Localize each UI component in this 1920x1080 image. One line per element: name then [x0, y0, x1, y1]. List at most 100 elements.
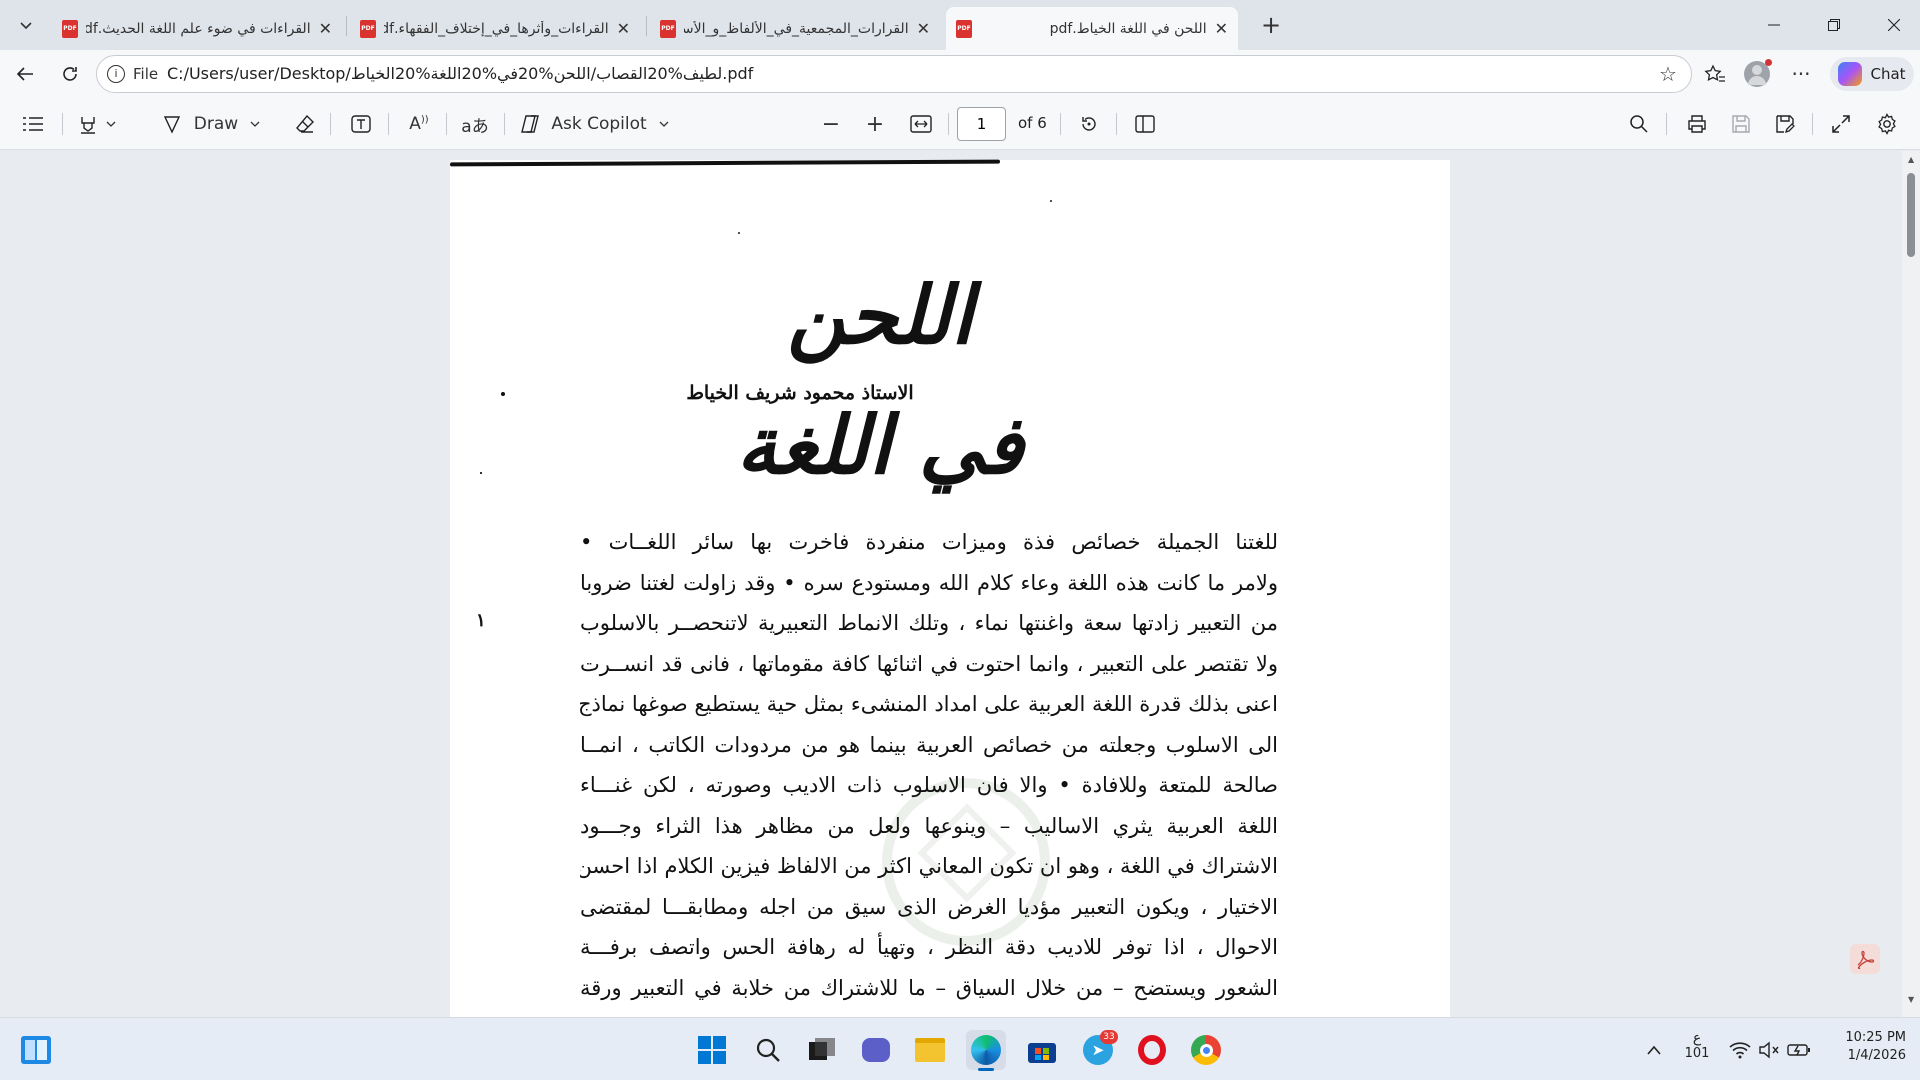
list-icon — [23, 117, 43, 131]
show-hidden-icons-button[interactable] — [1634, 1030, 1674, 1070]
tab-actions-menu[interactable] — [10, 12, 42, 38]
pdf-settings-button[interactable] — [1872, 110, 1902, 138]
copilot-chat-button[interactable]: Chat — [1830, 57, 1914, 91]
close-window-button[interactable] — [1874, 10, 1914, 40]
url-text[interactable]: C:/Users/user/Desktop/لطيف%20القصاب/اللح… — [167, 64, 753, 83]
translate-icon: aあ — [461, 116, 489, 137]
clock[interactable]: 10:25 PM 1/4/2026 — [1822, 1030, 1906, 1063]
page-total: of 6 — [1018, 114, 1047, 132]
restore-button[interactable] — [1814, 10, 1854, 40]
save-button[interactable] — [1726, 110, 1756, 138]
tab-3[interactable]: PDF القرارات_المجمعية_في_الألفاظ_و_الأسا… — [650, 7, 940, 50]
active-app-indicator — [978, 1068, 994, 1071]
zoom-in-button[interactable]: + — [860, 110, 890, 138]
address-bar[interactable]: i File C:/Users/user/Desktop/لطيف%20القص… — [96, 55, 1692, 93]
tab-2[interactable]: PDF القراءات_وأثرها_في_إختلاف_الفقهاء.pd… — [350, 7, 640, 50]
tab-strip: PDF القراءات في ضوء علم اللغة الحديث.pdf… — [0, 0, 1920, 50]
scroll-up-icon[interactable]: ▲ — [1908, 155, 1914, 164]
page-view-button[interactable] — [1130, 110, 1160, 138]
erase-button[interactable] — [290, 110, 320, 138]
store-button[interactable] — [1022, 1030, 1062, 1070]
task-view-button[interactable] — [802, 1030, 842, 1070]
pdf-icon: PDF — [62, 19, 78, 38]
document-body: للغتنا الجميلة خصائص فذة وميزات منفردة ف… — [580, 522, 1278, 1008]
scroll-down-icon[interactable]: ▼ — [1908, 995, 1914, 1004]
page-number-input[interactable]: 1 — [957, 107, 1006, 141]
favorites-button[interactable] — [1700, 59, 1730, 89]
add-text-button[interactable] — [346, 110, 376, 138]
body-line: ولامر ما كانت هذه اللغة وعاء كلام الله و… — [580, 570, 1278, 595]
contents-button[interactable] — [18, 110, 48, 138]
full-screen-button[interactable] — [1826, 110, 1856, 138]
pdf-icon: PDF — [660, 19, 676, 38]
plus-icon: + — [1260, 11, 1282, 39]
copilot-outline-icon — [521, 115, 540, 133]
meet-app-button[interactable] — [856, 1030, 896, 1070]
profile-button[interactable] — [1742, 59, 1772, 89]
find-button[interactable] — [1624, 110, 1654, 138]
body-line: الشعور ويستضح – من خلال السياق – ما للاش… — [580, 975, 1278, 1000]
read-aloud-button[interactable]: A)) — [402, 110, 436, 138]
save-disk-icon — [1732, 115, 1750, 133]
body-line: للغتنا الجميلة خصائص فذة وميزات منفردة ف… — [580, 530, 1278, 554]
opera-button[interactable] — [1132, 1030, 1172, 1070]
scrollbar-thumb[interactable] — [1907, 173, 1915, 257]
zoom-out-button[interactable]: − — [816, 110, 846, 138]
close-icon[interactable]: ✕ — [1215, 19, 1228, 38]
tab-title: القراءات_وأثرها_في_إختلاف_الفقهاء.pdf — [384, 20, 609, 37]
draw-button[interactable]: Draw — [156, 110, 266, 138]
refresh-button[interactable] — [55, 59, 85, 89]
edge-browser-button[interactable] — [966, 1030, 1006, 1071]
system-tray-quick-settings[interactable] — [1726, 1036, 1814, 1064]
favorite-star-icon[interactable]: ☆ — [1659, 62, 1677, 86]
task-view-icon — [809, 1038, 835, 1060]
highlight-button[interactable] — [72, 110, 122, 138]
rotate-button[interactable] — [1074, 110, 1104, 138]
close-icon[interactable]: ✕ — [617, 19, 630, 38]
windows-taskbar: ➤ 33 ع 101 10:25 PM 1/4/2026 — [0, 1017, 1920, 1080]
start-button[interactable] — [692, 1030, 732, 1070]
print-button[interactable] — [1682, 110, 1712, 138]
translate-button[interactable]: aあ — [458, 110, 492, 138]
widgets-button[interactable] — [16, 1030, 56, 1070]
body-line: الى الاسلوب وجعلته من خصائص العربية بينم… — [580, 732, 1278, 757]
tab-4-active[interactable]: PDF اللحن في اللغة الخياط.pdf ✕ — [946, 7, 1238, 50]
settings-more-button[interactable]: ··· — [1786, 59, 1816, 89]
margin-mark: ١ — [476, 610, 486, 631]
chevron-down-icon — [20, 22, 32, 30]
info-icon[interactable]: i — [107, 65, 125, 83]
search-taskbar-button[interactable] — [748, 1030, 788, 1070]
tab-1[interactable]: PDF القراءات في ضوء علم اللغة الحديث.pdf… — [52, 7, 342, 50]
chevron-down-icon — [250, 121, 260, 127]
keyboard-language[interactable]: ع 101 — [1680, 1030, 1714, 1061]
more-dots-icon: ··· — [1791, 62, 1811, 86]
pdf-icon: PDF — [956, 19, 972, 38]
keyboard-layout-number: 101 — [1684, 1046, 1710, 1061]
pdf-viewer[interactable]: اللحن في اللغة الاستاذ محمود شريف الخياط… — [0, 151, 1920, 1017]
ask-copilot-button[interactable]: Ask Copilot — [518, 110, 670, 138]
new-tab-button[interactable]: + — [1254, 10, 1288, 40]
close-icon[interactable]: ✕ — [917, 19, 930, 38]
minimize-icon — [1768, 24, 1780, 26]
chrome-button[interactable] — [1186, 1030, 1226, 1070]
acrobat-button[interactable] — [1850, 944, 1880, 974]
clock-time: 10:25 PM — [1845, 1030, 1906, 1045]
gear-icon — [1878, 113, 1896, 135]
highlighter-icon — [81, 117, 95, 134]
video-chat-icon — [862, 1038, 890, 1062]
telegram-button[interactable]: ➤ 33 — [1078, 1030, 1118, 1070]
vertical-scrollbar[interactable]: ▲ ▼ — [1902, 151, 1920, 1017]
fit-width-button[interactable] — [906, 110, 936, 138]
address-bar-row: i File C:/Users/user/Desktop/لطيف%20القص… — [0, 50, 1920, 98]
save-as-button[interactable] — [1770, 110, 1800, 138]
printer-icon — [1688, 115, 1706, 133]
acrobat-icon — [1857, 950, 1875, 969]
minimize-button[interactable] — [1754, 10, 1794, 40]
file-explorer-button[interactable] — [910, 1030, 950, 1070]
back-button[interactable] — [10, 59, 40, 89]
close-icon[interactable]: ✕ — [319, 19, 332, 38]
favorites-icon — [1704, 64, 1725, 82]
fit-width-icon — [910, 115, 932, 133]
rotate-icon — [1082, 117, 1096, 131]
folder-icon — [915, 1038, 945, 1062]
